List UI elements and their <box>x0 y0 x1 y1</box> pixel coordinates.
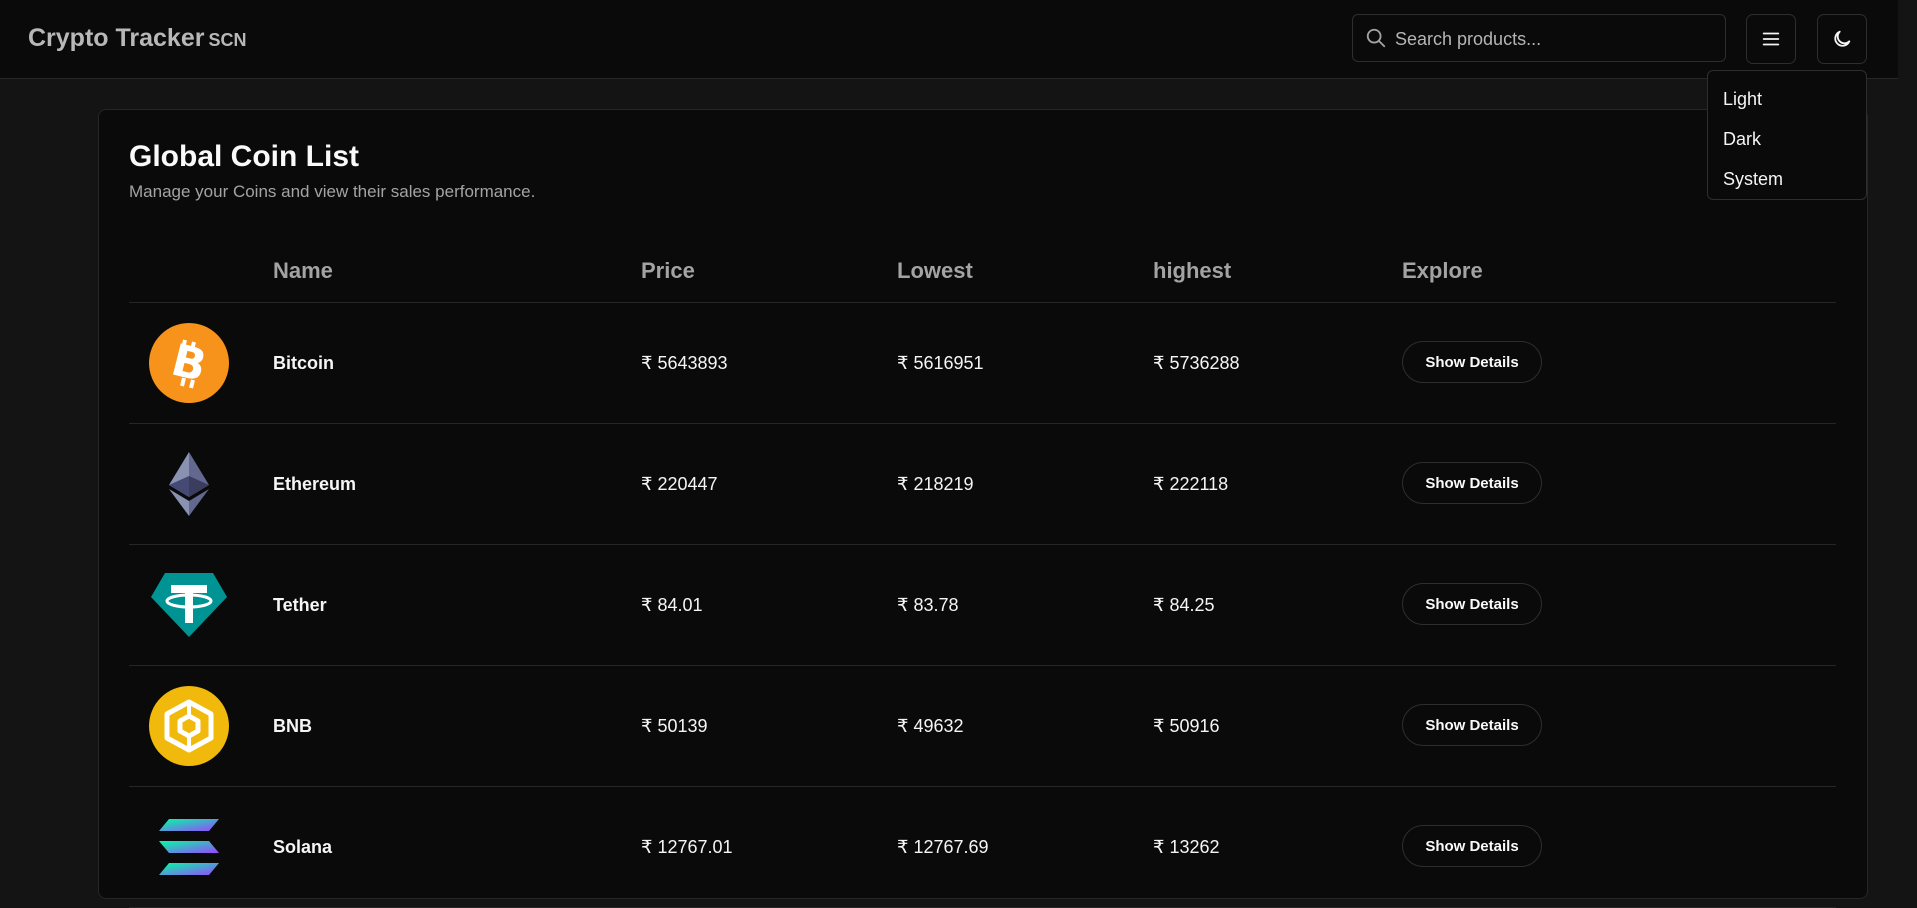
show-details-button[interactable]: Show Details <box>1402 462 1542 504</box>
show-details-button[interactable]: Show Details <box>1402 704 1542 746</box>
table-row: Solana ₹ 12767.01 ₹ 12767.69 ₹ 13262 Sho… <box>129 787 1836 908</box>
coin-highest: ₹ 13262 <box>1153 837 1220 857</box>
page-title: Global Coin List <box>129 140 359 173</box>
theme-option-light[interactable]: Light <box>1708 81 1866 121</box>
coin-lowest: ₹ 12767.69 <box>897 837 989 857</box>
tether-logo-icon <box>151 573 227 637</box>
header-lowest: Lowest <box>897 258 973 283</box>
brand-name: Crypto Tracker <box>28 24 205 52</box>
header-highest: highest <box>1153 258 1232 283</box>
table-header: Name Price Lowest highest Explore <box>129 236 1836 303</box>
coin-price: ₹ 5643893 <box>641 353 728 373</box>
page-subtitle: Manage your Coins and view their sales p… <box>129 182 536 201</box>
search-box <box>1352 14 1726 63</box>
coin-price: ₹ 220447 <box>641 474 718 494</box>
table-row: Ethereum ₹ 220447 ₹ 218219 ₹ 222118 Show… <box>129 424 1836 545</box>
coin-highest: ₹ 5736288 <box>1153 353 1240 373</box>
header-name: Name <box>273 258 333 283</box>
brand-abbr: SCN <box>208 30 247 50</box>
coin-name: Ethereum <box>273 474 357 494</box>
table-row: Tether ₹ 84.01 ₹ 83.78 ₹ 84.25 Show Deta… <box>129 545 1836 666</box>
coin-name: Tether <box>273 595 327 615</box>
show-details-button[interactable]: Show Details <box>1402 341 1542 383</box>
coin-price: ₹ 84.01 <box>641 595 703 615</box>
theme-toggle-button[interactable] <box>1817 14 1867 64</box>
table-row: BNB ₹ 50139 ₹ 49632 ₹ 50916 Show Details <box>129 666 1836 787</box>
coin-highest: ₹ 50916 <box>1153 716 1220 736</box>
moon-icon <box>1834 30 1851 47</box>
hamburger-menu-icon <box>1762 32 1780 46</box>
coin-name: Solana <box>273 837 333 857</box>
coin-name: Bitcoin <box>273 353 334 373</box>
coin-price: ₹ 12767.01 <box>641 837 733 857</box>
search-input[interactable] <box>1393 15 1717 63</box>
coin-lowest: ₹ 83.78 <box>897 595 959 615</box>
bitcoin-logo-icon: B <box>149 323 229 403</box>
coin-lowest: ₹ 49632 <box>897 716 964 736</box>
theme-dropdown: Light Dark System <box>1707 70 1867 200</box>
header-price: Price <box>641 258 695 283</box>
theme-option-system[interactable]: System <box>1708 161 1866 201</box>
solana-logo-icon <box>159 819 219 875</box>
coin-highest: ₹ 222118 <box>1153 474 1229 494</box>
coin-table: Name Price Lowest highest Explore B Bitc… <box>129 236 1836 908</box>
coin-lowest: ₹ 218219 <box>897 474 974 494</box>
bnb-logo-icon <box>149 686 229 766</box>
coin-highest: ₹ 84.25 <box>1153 595 1215 615</box>
theme-option-dark[interactable]: Dark <box>1708 121 1866 161</box>
ethereum-logo-icon <box>169 452 209 516</box>
coin-lowest: ₹ 5616951 <box>897 353 984 373</box>
brand[interactable]: Crypto Tracker SCN <box>28 24 246 53</box>
header-explore: Explore <box>1402 258 1483 283</box>
menu-button[interactable] <box>1746 14 1796 64</box>
search-icon <box>1366 28 1386 48</box>
coin-price: ₹ 50139 <box>641 716 708 736</box>
show-details-button[interactable]: Show Details <box>1402 583 1542 625</box>
show-details-button[interactable]: Show Details <box>1402 825 1542 867</box>
coin-name: BNB <box>273 716 312 736</box>
app-header: Crypto Tracker SCN <box>0 0 1898 79</box>
table-row: B Bitcoin ₹ 5643893 ₹ 5616951 ₹ 5736288 … <box>129 303 1836 424</box>
coin-list-card: Global Coin List Manage your Coins and v… <box>98 109 1868 908</box>
